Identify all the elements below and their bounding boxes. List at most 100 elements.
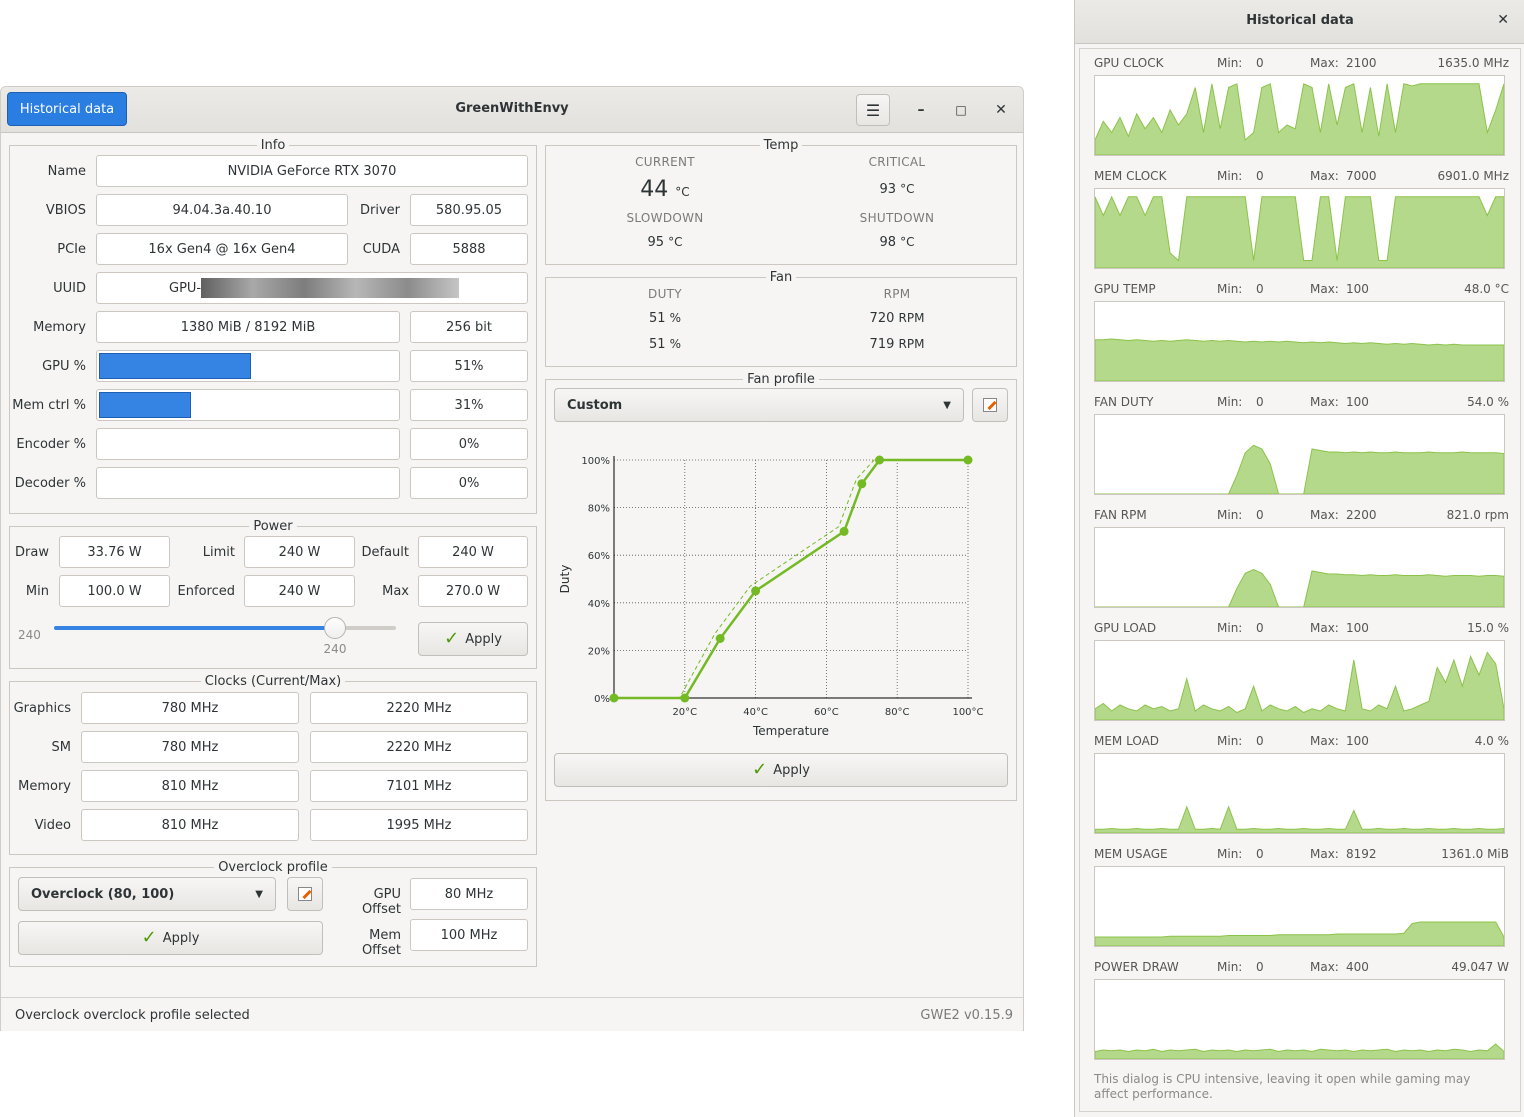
- close-button[interactable]: ✕: [991, 100, 1011, 120]
- chart-series-line: [614, 458, 968, 700]
- clock-max-graphics[interactable]: 2220 MHz: [310, 692, 528, 724]
- chart-point: [609, 693, 619, 703]
- fan-profile-edit-button[interactable]: [972, 388, 1008, 422]
- decoder-pct-label: Decoder %: [14, 476, 86, 491]
- overclock-apply-label: Apply: [162, 930, 200, 946]
- graph-name: MEM CLOCK: [1094, 169, 1167, 183]
- history-graph: [1094, 527, 1505, 608]
- graph-header: GPU TEMP Min: 0 Max: 100 48.0 °C: [1089, 282, 1509, 298]
- clock-current-graphics[interactable]: 780 MHz: [81, 692, 299, 724]
- temp-current-label: CURRENT: [635, 155, 695, 169]
- name-field[interactable]: NVIDIA GeForce RTX 3070: [96, 155, 528, 187]
- clock-current-video[interactable]: 810 MHz: [81, 809, 299, 841]
- power-apply-button[interactable]: ✓ Apply: [418, 622, 528, 656]
- graph-header: POWER DRAW Min: 0 Max: 400 49.047 W: [1089, 960, 1509, 976]
- gpu-pct-field[interactable]: 51%: [410, 350, 528, 382]
- graph-current-value: 4.0 %: [1474, 734, 1509, 748]
- vbios-field[interactable]: 94.04.3a.40.10: [96, 194, 348, 226]
- default-field[interactable]: 240 W: [418, 536, 528, 568]
- temp-slowdown-label: SLOWDOWN: [626, 211, 704, 225]
- overclock-edit-button[interactable]: [287, 877, 323, 911]
- limit-field[interactable]: 240 W: [244, 536, 355, 568]
- graph-current-value: 1361.0 MiB: [1441, 847, 1509, 861]
- pcie-field[interactable]: 16x Gen4 @ 16x Gen4: [96, 233, 348, 265]
- history-graph-area: [1095, 805, 1504, 833]
- clock-max-memory[interactable]: 7101 MHz: [310, 770, 528, 802]
- max-field[interactable]: 270.0 W: [418, 575, 528, 607]
- temp-current-value: 44 °C: [595, 177, 735, 202]
- graph-max-value: 7000: [1346, 169, 1377, 183]
- pcie-label: PCIe: [57, 242, 86, 257]
- graph-min-label: Min:: [1217, 960, 1243, 974]
- history-graph-area: [1095, 338, 1504, 381]
- encoder-pct-field[interactable]: 0%: [410, 428, 528, 460]
- overclock-legend: Overclock profile: [218, 860, 328, 875]
- hamburger-icon: ☰: [865, 100, 881, 120]
- clock-label-graphics: Graphics: [13, 701, 71, 716]
- bus-width-field[interactable]: 256 bit: [410, 311, 528, 343]
- chart-point: [963, 455, 973, 465]
- cuda-label: CUDA: [362, 242, 400, 257]
- memctrl-pct-field[interactable]: 31%: [410, 389, 528, 421]
- clock-current-memory[interactable]: 810 MHz: [81, 770, 299, 802]
- overclock-apply-button[interactable]: ✓ Apply: [18, 921, 323, 955]
- historical-header-bar: Historical data ✕: [1075, 0, 1524, 44]
- memctrl-pct-label: Mem ctrl %: [12, 398, 86, 413]
- minimize-button[interactable]: –: [911, 100, 931, 120]
- decoder-pct-field[interactable]: 0%: [410, 467, 528, 499]
- graph-max-value: 2200: [1346, 508, 1377, 522]
- history-graph: [1094, 414, 1505, 495]
- graph-header: MEM USAGE Min: 0 Max: 8192 1361.0 MiB: [1089, 847, 1509, 863]
- enforced-field[interactable]: 240 W: [244, 575, 355, 607]
- graph-header: FAN DUTY Min: 0 Max: 100 54.0 %: [1089, 395, 1509, 411]
- graph-min-value: 0: [1256, 508, 1264, 522]
- menu-button[interactable]: ☰: [856, 94, 890, 126]
- graph-name: GPU LOAD: [1094, 621, 1157, 635]
- historical-close-button[interactable]: ✕: [1497, 12, 1509, 28]
- graph-current-value: 54.0 %: [1467, 395, 1509, 409]
- gpu-offset-field[interactable]: 80 MHz: [410, 878, 528, 910]
- driver-label: Driver: [359, 203, 400, 218]
- graph-name: POWER DRAW: [1094, 960, 1179, 974]
- min-field[interactable]: 100.0 W: [59, 575, 170, 607]
- graph-min-label: Min:: [1217, 508, 1243, 522]
- max-label: Max: [382, 584, 409, 599]
- fan2-duty-number: 51: [648, 337, 666, 352]
- clock-current-sm[interactable]: 780 MHz: [81, 731, 299, 763]
- mem-offset-field[interactable]: 100 MHz: [410, 919, 528, 951]
- graph-min-value: 0: [1256, 169, 1264, 183]
- graph-current-value: 49.047 W: [1451, 960, 1509, 974]
- power-limit-slider[interactable]: [54, 617, 396, 639]
- chart-y-tick-label: 20%: [588, 646, 610, 657]
- memory-field[interactable]: 1380 MiB / 8192 MiB: [96, 311, 400, 343]
- fan-profile-dropdown[interactable]: Custom ▼: [554, 388, 964, 422]
- fan2-duty-unit: %: [669, 337, 682, 351]
- maximize-button[interactable]: □: [951, 100, 971, 120]
- uuid-field[interactable]: GPU-: [96, 272, 528, 304]
- status-message: Overclock overclock profile selected: [15, 1008, 250, 1023]
- clock-max-video[interactable]: 1995 MHz: [310, 809, 528, 841]
- draw-label: Draw: [15, 545, 49, 560]
- temp-current-unit: °C: [675, 185, 690, 199]
- graph-max-label: Max:: [1310, 508, 1339, 522]
- temp-critical-number: 93: [879, 182, 896, 197]
- fan-apply-button[interactable]: ✓ Apply: [554, 753, 1008, 787]
- graph-min-value: 0: [1256, 621, 1264, 635]
- driver-field[interactable]: 580.95.05: [410, 194, 528, 226]
- app-version: GWE2 v0.15.9: [920, 1008, 1013, 1023]
- check-icon: ✓: [141, 927, 157, 948]
- graph-min-label: Min:: [1217, 734, 1243, 748]
- draw-field[interactable]: 33.76 W: [59, 536, 170, 568]
- clock-max-sm[interactable]: 2220 MHz: [310, 731, 528, 763]
- cuda-field[interactable]: 5888: [410, 233, 528, 265]
- fan-curve-chart[interactable]: 20°C 40°C 60°C 80°C 100°C 0% 20% 40% 60% 80% 100% T…: [554, 442, 1004, 752]
- overclock-profile-dropdown[interactable]: Overclock (80, 100) ▼: [18, 877, 276, 911]
- temp-slowdown-unit: °C: [668, 235, 683, 249]
- graph-min-label: Min:: [1217, 169, 1243, 183]
- history-graph-area: [1095, 921, 1504, 946]
- fan2-rpm-number: 719: [869, 337, 895, 352]
- fan1-duty: 51 %: [595, 311, 735, 326]
- fan-legend: Fan: [769, 270, 793, 285]
- clock-label-sm: SM: [51, 740, 71, 755]
- uuid-redaction: [201, 278, 460, 298]
